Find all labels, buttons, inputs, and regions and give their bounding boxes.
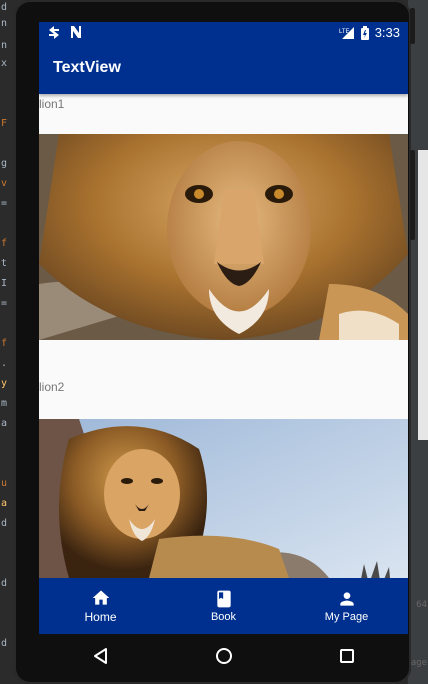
person-icon: [339, 592, 354, 606]
system-navigation-bar: [39, 634, 408, 678]
svg-text:LTE: LTE: [339, 29, 350, 35]
nav-label-home: Home: [84, 610, 117, 624]
book-icon: [216, 590, 231, 608]
lion2-image: [39, 419, 408, 578]
home-icon: [92, 590, 109, 605]
back-icon[interactable]: [92, 647, 110, 665]
page-title: TextView: [53, 59, 121, 76]
n-notification-icon: [71, 26, 81, 38]
lion1-image: [39, 114, 408, 340]
battery-icon: [360, 25, 369, 40]
image-caption-lion2: lion2: [39, 380, 65, 394]
app-bar: TextView: [39, 44, 408, 94]
nav-item-my-page[interactable]: My Page: [285, 578, 408, 634]
bottom-navigation: Home Book My Page: [39, 578, 408, 634]
app-screen: LTE 3:33 TextView lion1 lion2 Home Book …: [39, 22, 408, 634]
home-circle-icon[interactable]: [215, 647, 233, 665]
ide-side-panel: 64 age: [408, 0, 428, 684]
recents-icon[interactable]: [338, 647, 356, 665]
status-time: 3:33: [374, 25, 400, 40]
nav-item-book[interactable]: Book: [162, 578, 285, 634]
nav-label-book: Book: [210, 611, 237, 623]
lte-signal-icon: LTE: [339, 26, 354, 39]
nav-label-my-page: My Page: [324, 611, 369, 623]
sync-icon: [49, 26, 59, 39]
ide-editor-gutter: dnn xF gv = f t I = f. ym au ad dd: [0, 0, 14, 684]
image-caption-lion1: lion1: [39, 97, 65, 111]
emulator-device-frame: LTE 3:33 TextView lion1 lion2 Home Book …: [14, 0, 415, 684]
status-bar: LTE 3:33: [39, 22, 408, 44]
image-list[interactable]: lion1 lion2: [39, 94, 408, 578]
nav-item-home[interactable]: Home: [39, 578, 162, 634]
